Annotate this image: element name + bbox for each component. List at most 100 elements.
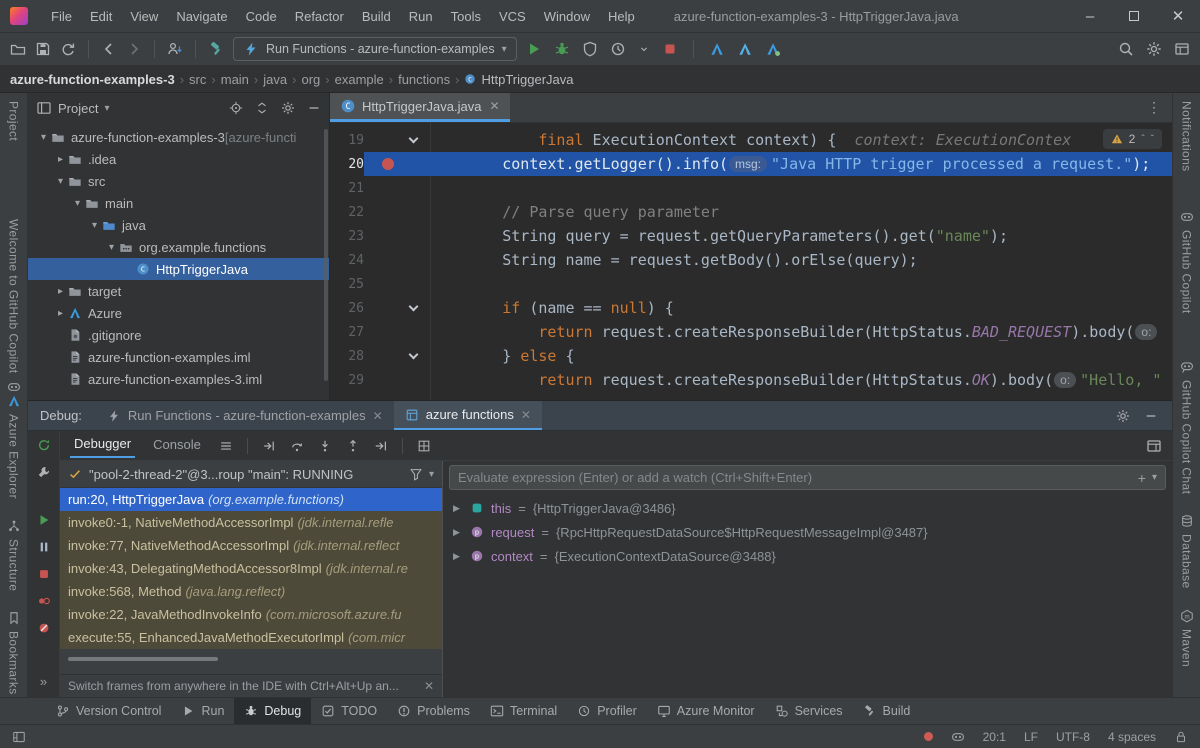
code-editor[interactable]: 2 ˆ ˇ 19 final ExecutionContext context)… — [330, 123, 1172, 400]
file-encoding[interactable]: UTF-8 — [1056, 730, 1090, 744]
menu-file[interactable]: File — [42, 0, 81, 33]
minimize-button[interactable]: – — [1068, 0, 1112, 33]
show-exec-icon[interactable] — [262, 439, 276, 453]
frame-row[interactable]: run:20, HttpTriggerJava(org.example.func… — [60, 488, 442, 511]
commit-user-icon[interactable] — [167, 41, 183, 57]
menu-help[interactable]: Help — [599, 0, 644, 33]
stripe-button-notifications[interactable]: Notifications — [1180, 101, 1194, 172]
layout-window-icon[interactable] — [1174, 41, 1190, 57]
step-into-icon[interactable] — [318, 439, 332, 453]
chev-small-icon[interactable] — [638, 43, 650, 55]
expand-chevron-icon[interactable]: ▶ — [453, 527, 463, 538]
menu-tools[interactable]: Tools — [442, 0, 490, 33]
breakpoint-icon[interactable] — [382, 158, 394, 170]
toolwindow-button-problems[interactable]: Problems — [387, 698, 480, 724]
breadcrumb-item-src[interactable]: src — [189, 72, 206, 87]
frame-row[interactable]: execute:55, EnhancedJavaMethodExecutorIm… — [60, 626, 442, 649]
frame-row[interactable]: invoke0:-1, NativeMethodAccessorImpl(jdk… — [60, 511, 442, 534]
indent-size[interactable]: 4 spaces — [1108, 730, 1156, 744]
chevron-down-icon[interactable]: ▾ — [104, 103, 109, 114]
build-hammer-icon[interactable] — [208, 41, 224, 57]
toolwindow-button-debug[interactable]: Debug — [234, 698, 311, 724]
close-tab-icon[interactable]: ✕ — [489, 99, 499, 113]
add-watch-icon[interactable]: + — [1138, 470, 1146, 486]
close-button[interactable]: ✕ — [1156, 0, 1200, 33]
chevron-down-icon[interactable]: ▾ — [53, 176, 68, 187]
toolwindow-button-build[interactable]: Build — [853, 698, 921, 724]
stripe-button-github-copilot-chat[interactable]: GitHub Copilot Chat — [1180, 360, 1194, 494]
frames-hscrollbar[interactable] — [68, 657, 434, 662]
menu-build[interactable]: Build — [353, 0, 400, 33]
toolwindow-button-todo[interactable]: TODO — [311, 698, 387, 724]
chevron-down-icon[interactable]: ▾ — [87, 220, 102, 231]
project-panel-title[interactable]: Project — [58, 101, 98, 116]
toolwindow-button-terminal[interactable]: Terminal — [480, 698, 567, 724]
stop-red-icon[interactable] — [662, 41, 678, 57]
chevron-down-icon[interactable]: ▾ — [104, 242, 119, 253]
save-icon[interactable] — [35, 41, 51, 57]
forward-arrow-icon[interactable] — [126, 41, 142, 57]
pause-icon[interactable] — [37, 540, 51, 554]
chevron-down-icon[interactable]: ▾ — [70, 198, 85, 209]
variable-row[interactable]: ▶prequest = {RpcHttpRequestDataSource$Ht… — [443, 520, 1172, 544]
menu-edit[interactable]: Edit — [81, 0, 121, 33]
run-play-icon[interactable] — [526, 41, 542, 57]
tab-httptriggerjava[interactable]: C HttpTriggerJava.java ✕ — [330, 93, 510, 122]
search-icon[interactable] — [1118, 41, 1134, 57]
stripe-button-bookmarks[interactable]: Bookmarks — [7, 611, 21, 695]
caret-position[interactable]: 20:1 — [983, 730, 1006, 744]
project-scrollbar[interactable] — [324, 129, 328, 381]
debug-session-tab-1[interactable]: Run Functions - azure-function-examples✕ — [96, 401, 394, 430]
evaluate-expression-input[interactable] — [458, 470, 1132, 485]
open-folder-icon[interactable] — [10, 41, 26, 57]
run-config-select[interactable]: Run Functions - azure-function-examples … — [233, 37, 517, 61]
close-tab-icon[interactable]: ✕ — [373, 409, 383, 423]
tree-item-azure-function-examples-3-iml[interactable]: azure-function-examples-3.iml — [28, 368, 329, 390]
filter-funnel-icon[interactable] — [409, 467, 423, 481]
fold-chevron-icon[interactable] — [409, 350, 419, 360]
stripe-button-azure-explorer[interactable]: Azure Explorer — [7, 394, 21, 499]
settings-gear-icon[interactable] — [1116, 409, 1130, 423]
chevron-down-icon[interactable]: ▾ — [36, 132, 51, 143]
menu-navigate[interactable]: Navigate — [167, 0, 236, 33]
toolwindow-button-services[interactable]: Services — [765, 698, 853, 724]
breadcrumb-item-azure-function-examples-3[interactable]: azure-function-examples-3 — [10, 72, 175, 87]
layout-settings-icon[interactable] — [1146, 438, 1162, 454]
stripe-button-project[interactable]: Project — [7, 101, 21, 141]
profiler-circle-icon[interactable] — [610, 41, 626, 57]
tree-item-main[interactable]: ▾main — [28, 192, 329, 214]
frame-row[interactable]: invoke:43, DelegatingMethodAccessor8Impl… — [60, 557, 442, 580]
chevron-right-icon[interactable]: ▸ — [53, 308, 68, 319]
tree-item--idea[interactable]: ▸.idea — [28, 148, 329, 170]
settings-gear-icon[interactable] — [1146, 41, 1162, 57]
sync-icon[interactable] — [60, 41, 76, 57]
chevron-down-icon[interactable]: ▾ — [429, 469, 434, 480]
maximize-button[interactable] — [1112, 0, 1156, 33]
stripe-button-welcome-github-copilot[interactable]: Welcome to GitHub Copilot — [7, 219, 21, 394]
tree-item-src[interactable]: ▾src — [28, 170, 329, 192]
breadcrumb-item-main[interactable]: main — [221, 72, 249, 87]
debug-session-tab-2[interactable]: azure functions✕ — [394, 401, 542, 430]
frame-row[interactable]: invoke:22, JavaMethodInvokeInfo(com.micr… — [60, 603, 442, 626]
azure-a-icon[interactable] — [709, 41, 725, 57]
debug-bug-icon[interactable] — [554, 41, 570, 57]
menu-vcs[interactable]: VCS — [490, 0, 535, 33]
toolwindow-button-profiler[interactable]: Profiler — [567, 698, 647, 724]
back-arrow-icon[interactable] — [101, 41, 117, 57]
breadcrumb-item-httptriggerjava[interactable]: CHttpTriggerJava — [464, 72, 573, 87]
hide-minus-icon[interactable] — [307, 101, 321, 115]
tree-item--gitignore[interactable]: .gitignore — [28, 324, 329, 346]
frame-row[interactable]: invoke:77, NativeMethodAccessorImpl(jdk.… — [60, 534, 442, 557]
tree-item-java[interactable]: ▾java — [28, 214, 329, 236]
hide-minus-icon[interactable] — [1144, 409, 1158, 423]
step-over-icon[interactable] — [290, 439, 304, 453]
chevron-down-icon[interactable]: ▾ — [1152, 472, 1157, 483]
menu-window[interactable]: Window — [535, 0, 599, 33]
settings-gear-icon[interactable] — [281, 101, 295, 115]
azure-c-icon[interactable] — [765, 41, 781, 57]
breadcrumb-item-example[interactable]: example — [335, 72, 384, 87]
menu-run[interactable]: Run — [400, 0, 442, 33]
toolwindow-switcher-icon[interactable] — [12, 730, 26, 744]
azure-b-icon[interactable] — [737, 41, 753, 57]
menu-code[interactable]: Code — [237, 0, 286, 33]
